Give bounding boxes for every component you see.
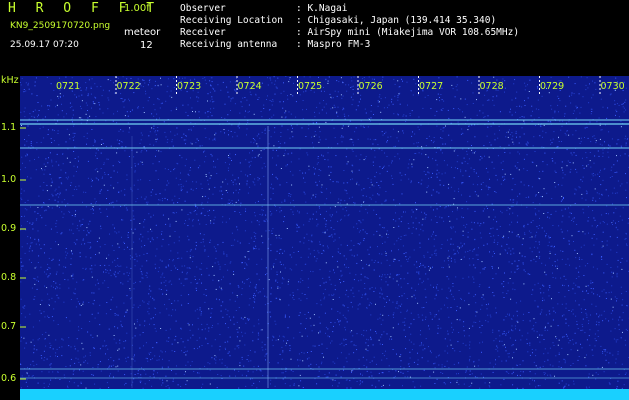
file-name: KN9_2509170720.png xyxy=(10,21,111,31)
observer-label: Observer xyxy=(180,3,226,14)
app-version: 1.00f xyxy=(124,3,150,14)
freq-tick-label: 0.6 xyxy=(1,373,17,384)
location-label: Receiving Location xyxy=(180,15,283,26)
receiver-label: Receiver xyxy=(180,27,226,38)
time-tick-label: 0730 xyxy=(600,81,625,92)
time-tick-label: 0721 xyxy=(56,81,81,92)
time-tick-label: 0726 xyxy=(358,81,383,92)
freq-tick-label: 1.0 xyxy=(1,174,17,185)
bottom-band xyxy=(20,389,629,400)
freq-unit-label: kHz xyxy=(1,75,19,86)
time-tick-label: 0724 xyxy=(237,81,262,92)
spectrogram-display xyxy=(20,76,629,400)
freq-tick-label: 0.7 xyxy=(1,321,17,332)
receiver-value: : AirSpy mini (Miakejima VOR 108.65MHz) xyxy=(296,27,520,38)
freq-tick-label: 0.8 xyxy=(1,272,17,283)
time-tick-label: 0728 xyxy=(479,81,504,92)
freq-tick-label: 1.1 xyxy=(1,122,17,133)
freq-tick-label: 0.9 xyxy=(1,223,17,234)
location-value: : Chigasaki, Japan (139.414 35.340) xyxy=(296,15,497,26)
hrofft-window: H R O F F T 1.00f KN9_2509170720.png met… xyxy=(0,0,629,400)
time-tick-label: 0725 xyxy=(298,81,323,92)
meteor-count-value: 12 xyxy=(140,40,153,51)
time-tick-label: 0727 xyxy=(419,81,444,92)
time-tick-label: 0729 xyxy=(540,81,565,92)
meteor-count-label: meteor xyxy=(124,27,161,38)
capture-datetime: 25.09.17 07:20 xyxy=(10,40,79,50)
time-tick-label: 0723 xyxy=(177,81,202,92)
antenna-value: : Maspro FM-3 xyxy=(296,39,371,50)
time-tick-label: 0722 xyxy=(116,81,141,92)
antenna-label: Receiving antenna xyxy=(180,39,278,50)
observer-value: : K.Nagai xyxy=(296,3,348,14)
